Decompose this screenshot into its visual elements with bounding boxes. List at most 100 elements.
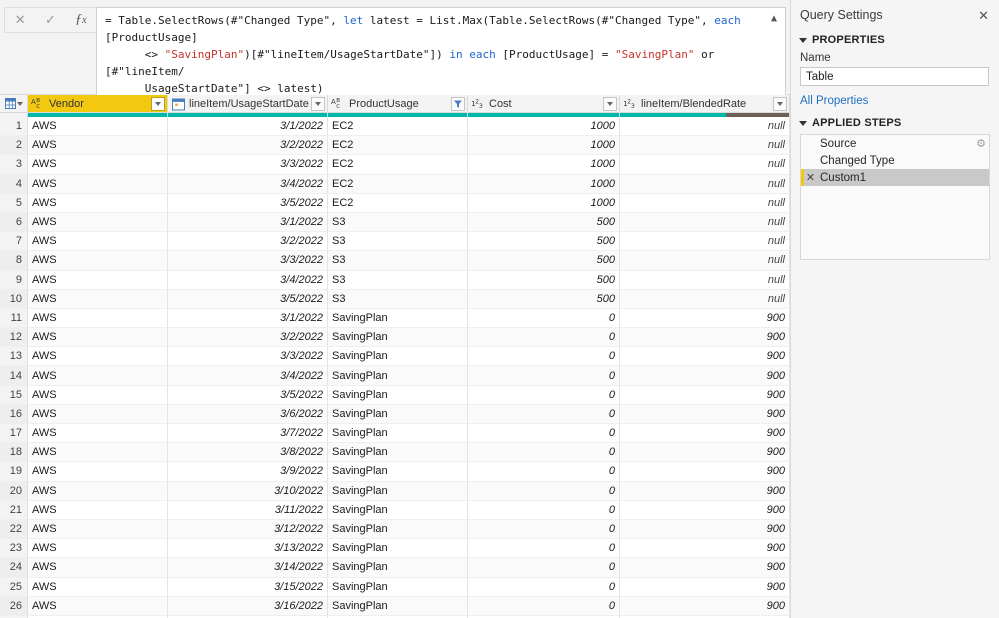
table-row[interactable]: 20 AWS 3/10/2022 SavingPlan 0 900 bbox=[0, 481, 790, 501]
delete-step-icon[interactable]: ✕ bbox=[803, 171, 818, 184]
fx-icon[interactable]: ƒx bbox=[68, 8, 94, 32]
cell-cost: 0 bbox=[468, 596, 620, 616]
cell-productusage: SavingPlan bbox=[328, 308, 468, 329]
select-all-icon[interactable] bbox=[0, 95, 28, 113]
cell-usagestartdate: 3/11/2022 bbox=[168, 500, 328, 520]
applied-step-item[interactable]: Changed Type bbox=[801, 152, 989, 169]
table-row[interactable]: 21 AWS 3/11/2022 SavingPlan 0 900 bbox=[0, 500, 790, 520]
cell-cost: 0 bbox=[468, 385, 620, 405]
cell-usagestartdate: 3/1/2022 bbox=[168, 212, 328, 233]
table-row[interactable]: 17 AWS 3/7/2022 SavingPlan 0 900 bbox=[0, 424, 790, 444]
table-row[interactable]: 2 AWS 3/2/2022 EC2 1000 null bbox=[0, 136, 790, 156]
gear-icon[interactable]: ⚙ bbox=[973, 137, 989, 150]
cell-vendor: AWS bbox=[28, 174, 168, 194]
cell-productusage: EC2 bbox=[328, 174, 468, 194]
table-row[interactable]: 4 AWS 3/4/2022 EC2 1000 null bbox=[0, 174, 790, 194]
cell-productusage: S3 bbox=[328, 251, 468, 271]
cell-usagestartdate: 3/4/2022 bbox=[168, 270, 328, 290]
table-row[interactable]: 24 AWS 3/14/2022 SavingPlan 0 900 bbox=[0, 558, 790, 578]
cell-vendor: AWS bbox=[28, 270, 168, 290]
abc-text-icon: ABC bbox=[331, 97, 346, 111]
table-row[interactable]: 14 AWS 3/4/2022 SavingPlan 0 900 bbox=[0, 366, 790, 386]
table-row[interactable]: 8 AWS 3/3/2022 S3 500 null bbox=[0, 251, 790, 271]
applied-step-item[interactable]: ✕ Custom1 bbox=[801, 169, 989, 186]
cell-vendor: AWS bbox=[28, 347, 168, 367]
cell-usagestartdate: 3/3/2022 bbox=[168, 155, 328, 175]
applied-step-label: Source bbox=[820, 137, 857, 150]
cell-usagestartdate: 3/16/2022 bbox=[168, 596, 328, 616]
svg-text:A: A bbox=[31, 98, 36, 106]
table-row[interactable]: 11 AWS 3/1/2022 SavingPlan 0 900 bbox=[0, 308, 790, 329]
number-123-icon: 123 bbox=[623, 97, 638, 111]
table-row[interactable]: 16 AWS 3/6/2022 SavingPlan 0 900 bbox=[0, 404, 790, 424]
table-row[interactable]: 7 AWS 3/2/2022 S3 500 null bbox=[0, 232, 790, 252]
table-row[interactable]: 9 AWS 3/4/2022 S3 500 null bbox=[0, 270, 790, 290]
cell-blendedrate: null bbox=[620, 270, 790, 290]
cell-vendor: AWS bbox=[28, 443, 168, 463]
column-header-cost[interactable]: 123 Cost bbox=[468, 95, 620, 113]
cell-vendor: AWS bbox=[28, 558, 168, 578]
cell-vendor: AWS bbox=[28, 193, 168, 213]
table-row[interactable]: 23 AWS 3/13/2022 SavingPlan 0 900 bbox=[0, 539, 790, 559]
column-filter-active-productusage[interactable] bbox=[451, 96, 465, 111]
accept-formula-icon[interactable]: ✓ bbox=[37, 8, 63, 32]
table-row[interactable]: 15 AWS 3/5/2022 SavingPlan 0 900 bbox=[0, 385, 790, 405]
cell-productusage: SavingPlan bbox=[328, 539, 468, 559]
cell-vendor: AWS bbox=[28, 385, 168, 405]
cell-blendedrate: 900 bbox=[620, 558, 790, 578]
cell-blendedrate: 900 bbox=[620, 328, 790, 348]
cell-usagestartdate: 3/9/2022 bbox=[168, 462, 328, 482]
column-dropdown-blendedrate[interactable] bbox=[773, 96, 787, 111]
table-row[interactable]: 22 AWS 3/12/2022 SavingPlan 0 900 bbox=[0, 519, 790, 540]
cell-blendedrate: 900 bbox=[620, 539, 790, 559]
applied-step-item[interactable]: Source ⚙ bbox=[801, 135, 989, 152]
cell-usagestartdate: 3/15/2022 bbox=[168, 577, 328, 597]
table-row[interactable]: 3 AWS 3/3/2022 EC2 1000 null bbox=[0, 155, 790, 175]
table-row[interactable]: 12 AWS 3/2/2022 SavingPlan 0 900 bbox=[0, 328, 790, 348]
cell-productusage: EC2 bbox=[328, 136, 468, 156]
cell-cost: 0 bbox=[468, 462, 620, 482]
applied-steps-section-header[interactable]: APPLIED STEPS bbox=[791, 111, 999, 133]
column-header-vendor[interactable]: ABC Vendor bbox=[28, 95, 168, 113]
column-dropdown-vendor[interactable] bbox=[151, 96, 165, 111]
column-dropdown-cost[interactable] bbox=[603, 96, 617, 111]
table-row[interactable]: 19 AWS 3/9/2022 SavingPlan 0 900 bbox=[0, 462, 790, 482]
table-row[interactable]: 5 AWS 3/5/2022 EC2 1000 null bbox=[0, 193, 790, 213]
row-number: 4 bbox=[0, 174, 28, 194]
column-header-label: Cost bbox=[489, 97, 512, 110]
table-row[interactable]: 18 AWS 3/8/2022 SavingPlan 0 900 bbox=[0, 443, 790, 463]
table-row[interactable]: 10 AWS 3/5/2022 S3 500 null bbox=[0, 289, 790, 309]
table-row[interactable]: 13 AWS 3/3/2022 SavingPlan 0 900 bbox=[0, 347, 790, 367]
table-row[interactable]: 25 AWS 3/15/2022 SavingPlan 0 900 bbox=[0, 577, 790, 597]
column-header-lineitem-usagestartdate[interactable]: lineItem/UsageStartDate bbox=[168, 95, 328, 113]
applied-steps-section-label: APPLIED STEPS bbox=[812, 117, 902, 129]
column-header-lineitem-blendedrate[interactable]: 123 lineItem/BlendedRate bbox=[620, 95, 790, 113]
all-properties-link[interactable]: All Properties bbox=[800, 95, 990, 107]
query-name-input[interactable] bbox=[800, 67, 989, 86]
column-dropdown-usagestartdate[interactable] bbox=[311, 96, 325, 111]
column-header-label: lineItem/UsageStartDate bbox=[189, 97, 309, 110]
table-row[interactable]: 6 AWS 3/1/2022 S3 500 null bbox=[0, 212, 790, 233]
row-number: 11 bbox=[0, 308, 28, 329]
formula-input[interactable]: = Table.SelectRows(#"Changed Type", let … bbox=[96, 7, 786, 102]
formula-token-string: "SavingPlan" bbox=[615, 48, 695, 61]
table-row[interactable]: 26 AWS 3/16/2022 SavingPlan 0 900 bbox=[0, 596, 790, 616]
cancel-formula-icon[interactable]: ✕ bbox=[7, 8, 33, 32]
close-icon[interactable]: ✕ bbox=[976, 9, 991, 22]
query-settings-panel: Query Settings ✕ PROPERTIES Name All Pro… bbox=[790, 0, 999, 618]
cell-blendedrate: 900 bbox=[620, 308, 790, 329]
row-number: 21 bbox=[0, 500, 28, 520]
table-row[interactable]: 1 AWS 3/1/2022 EC2 1000 null bbox=[0, 117, 790, 137]
cell-vendor: AWS bbox=[28, 366, 168, 386]
cell-vendor: AWS bbox=[28, 136, 168, 156]
table-glyph bbox=[4, 98, 16, 109]
cell-vendor: AWS bbox=[28, 500, 168, 520]
formula-token-keyword: let bbox=[343, 14, 364, 27]
chevron-up-icon[interactable]: ▲ bbox=[767, 12, 781, 26]
cell-blendedrate: 900 bbox=[620, 519, 790, 540]
formula-text: = Table.SelectRows(#"Changed Type", let … bbox=[105, 14, 747, 95]
properties-section-header[interactable]: PROPERTIES bbox=[791, 28, 999, 50]
cell-usagestartdate: 3/13/2022 bbox=[168, 539, 328, 559]
cell-blendedrate: 900 bbox=[620, 481, 790, 501]
column-header-productusage[interactable]: ABC ProductUsage bbox=[328, 95, 468, 113]
